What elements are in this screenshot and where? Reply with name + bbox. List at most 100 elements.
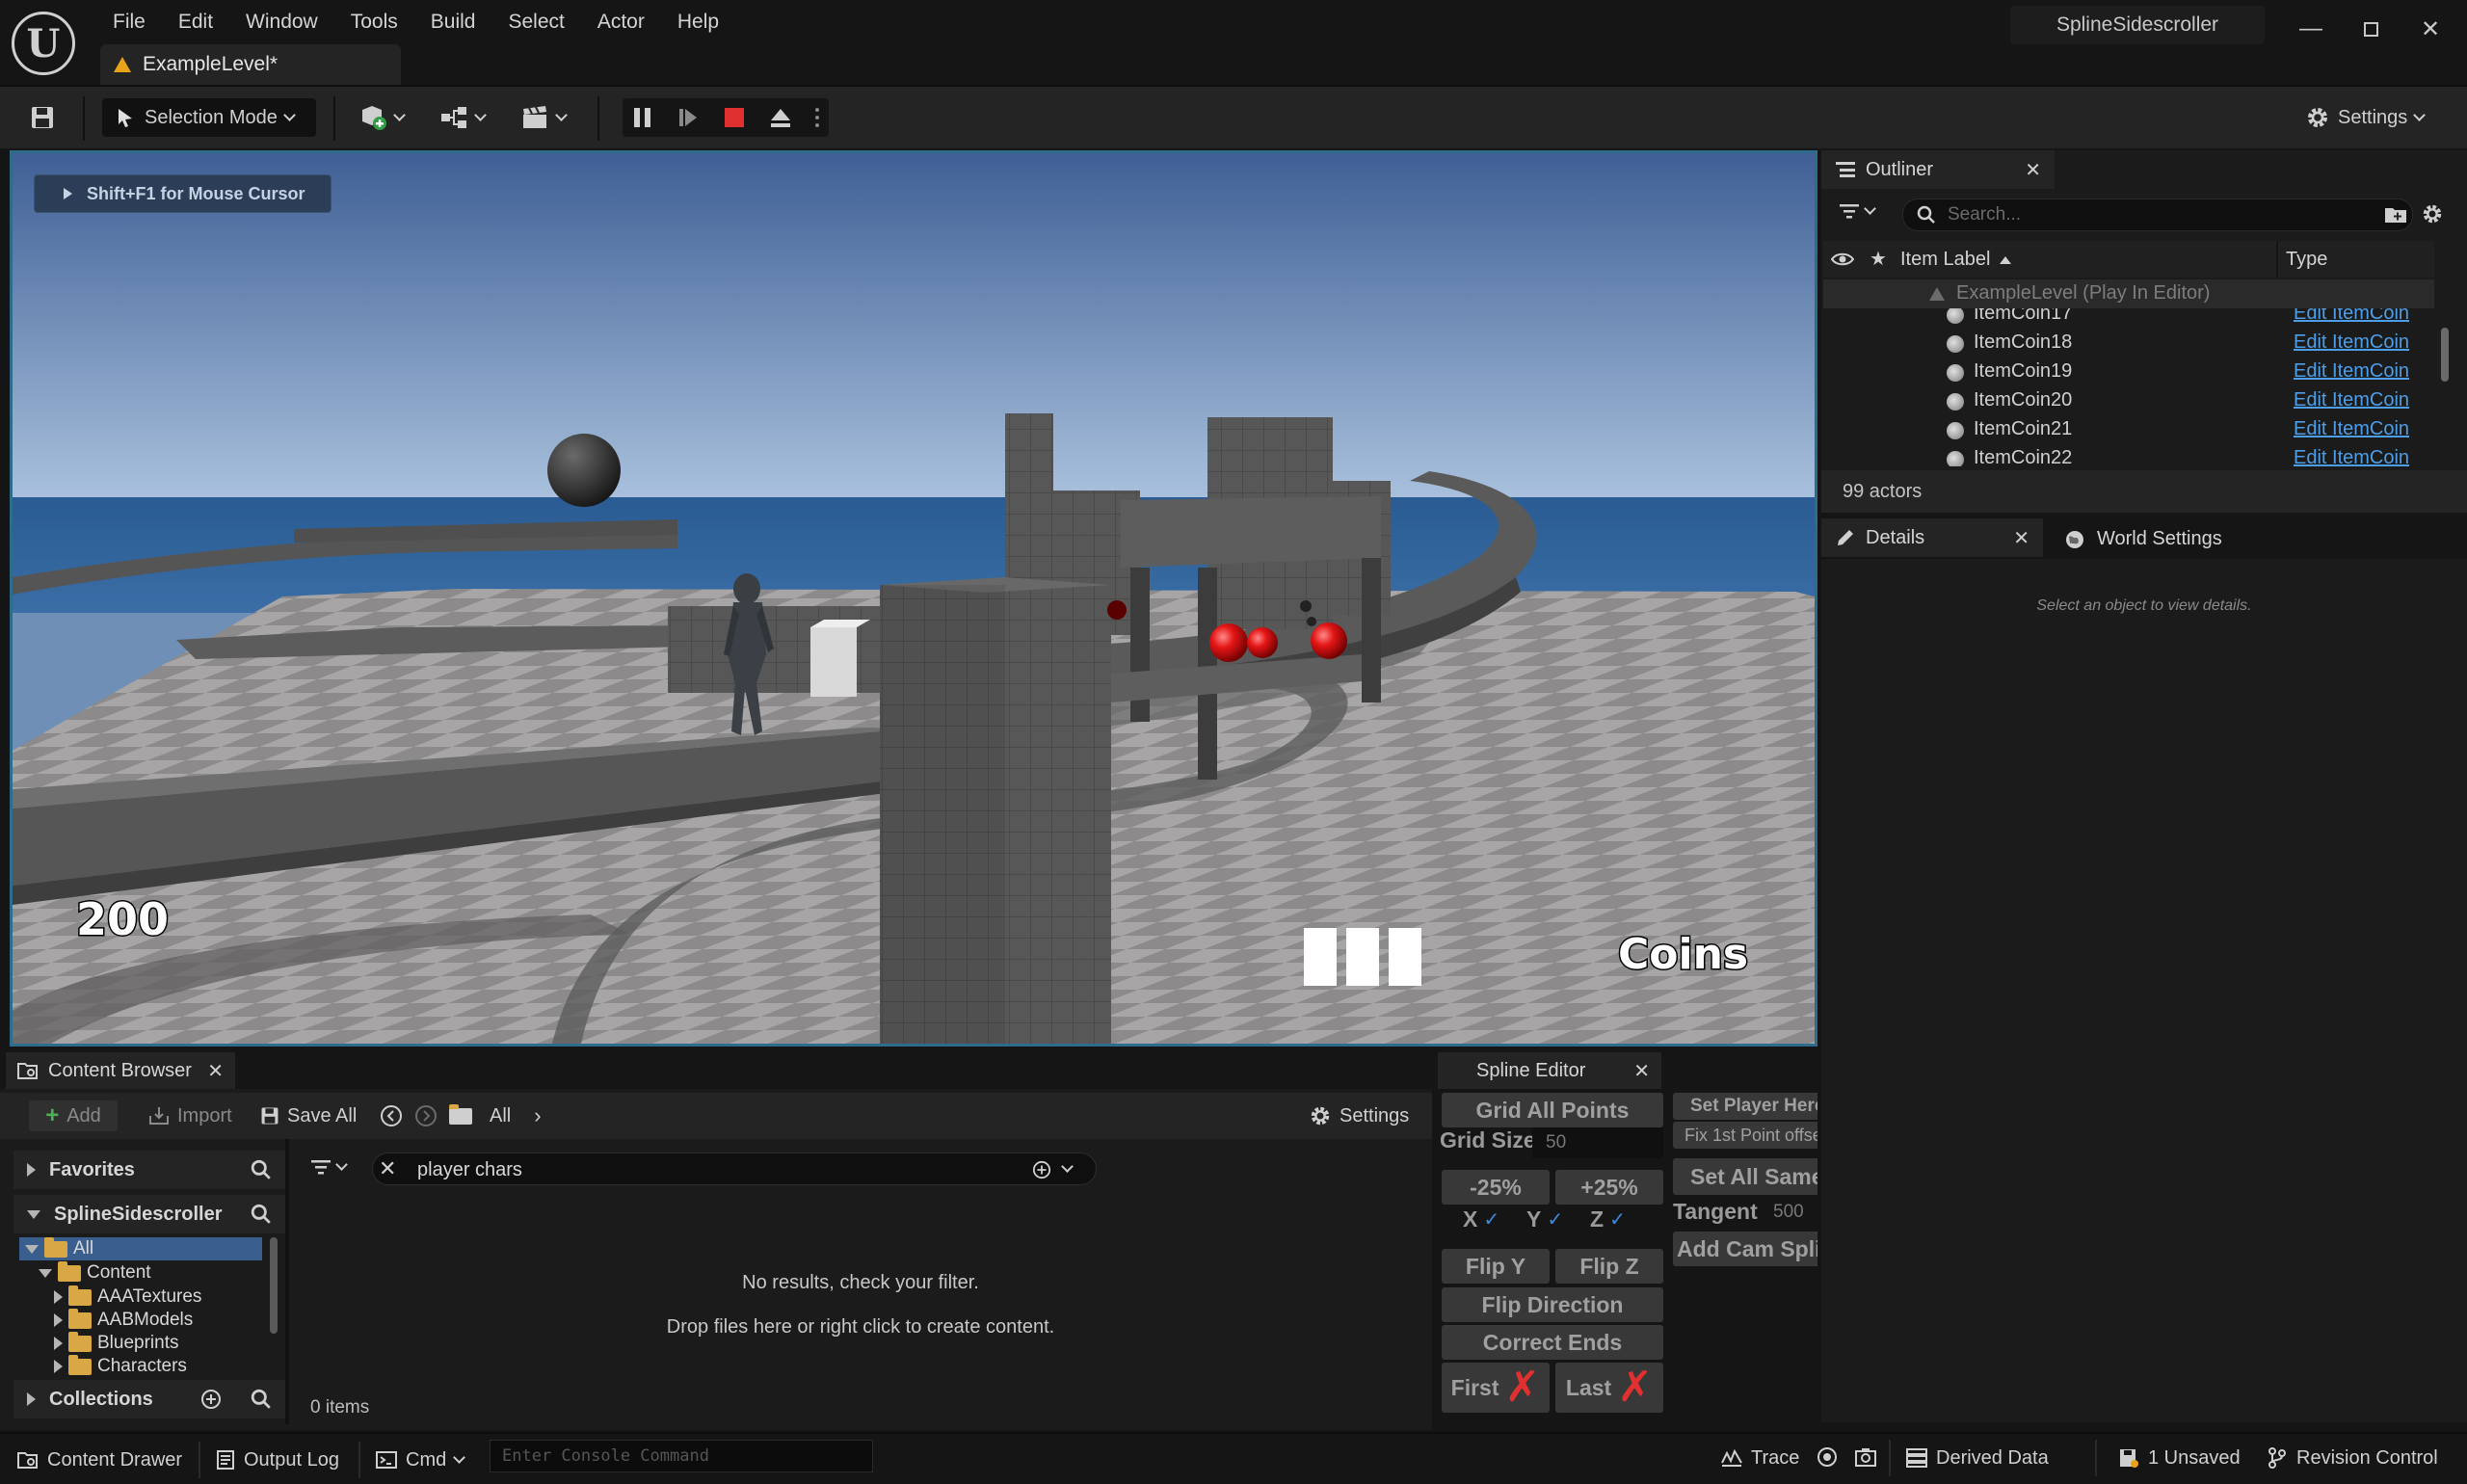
- scrollbar-thumb[interactable]: [2441, 328, 2449, 382]
- add-actor-button[interactable]: [358, 98, 416, 137]
- pin-star-icon[interactable]: ★: [1870, 247, 1887, 271]
- save-all-button[interactable]: Save All: [260, 1100, 357, 1131]
- favorites-section[interactable]: Favorites: [13, 1151, 285, 1189]
- stop-button[interactable]: [715, 98, 754, 137]
- edit-link[interactable]: Edit ItemCoin: [2294, 418, 2409, 440]
- outliner-scrollbar[interactable]: [2438, 279, 2452, 466]
- set-player-here-button[interactable]: Set Player Here: [1673, 1093, 1817, 1120]
- derived-data-button[interactable]: Derived Data: [1906, 1442, 2049, 1474]
- selection-mode-dropdown[interactable]: Selection Mode: [102, 98, 316, 137]
- set-all-same-button[interactable]: Set All Same: [1673, 1158, 1817, 1195]
- outliner-row[interactable]: ItemCoin20 Edit ItemCoin: [1823, 387, 2434, 416]
- menu-file[interactable]: File: [96, 6, 162, 39]
- screenshot-button[interactable]: [1854, 1445, 1877, 1469]
- outliner-settings-button[interactable]: [2421, 202, 2444, 225]
- fix-first-point-button[interactable]: Fix 1st Point offset: [1673, 1122, 1817, 1149]
- add-cam-spline-button[interactable]: Add Cam Spline: [1673, 1232, 1817, 1266]
- spline-editor-tab[interactable]: Spline Editor ✕: [1438, 1052, 1661, 1089]
- tree-scrollbar[interactable]: [270, 1237, 278, 1334]
- tree-item-blueprints[interactable]: Blueprints: [54, 1331, 179, 1355]
- flip-z-button[interactable]: Flip Z: [1555, 1249, 1663, 1284]
- save-button[interactable]: [23, 98, 62, 137]
- new-folder-button[interactable]: [2384, 204, 2407, 224]
- mouse-cursor-hint-button[interactable]: Shift+F1 for Mouse Cursor: [34, 174, 332, 213]
- menu-window[interactable]: Window: [229, 6, 334, 39]
- maximize-button[interactable]: [2342, 10, 2400, 48]
- content-search-input[interactable]: ✕ player chars: [372, 1153, 1097, 1185]
- outliner-search-input[interactable]: Search...: [1902, 199, 2413, 231]
- collections-section[interactable]: Collections: [13, 1380, 285, 1418]
- history-forward-button[interactable]: [414, 1100, 438, 1131]
- path-all-button[interactable]: All ›: [449, 1100, 542, 1131]
- menu-edit[interactable]: Edit: [162, 6, 229, 39]
- content-browser-tab[interactable]: Content Browser ✕: [6, 1052, 235, 1089]
- trace-button[interactable]: Trace: [1721, 1442, 1799, 1474]
- tree-item-content[interactable]: Content: [39, 1260, 151, 1285]
- tree-item-all[interactable]: All: [25, 1236, 93, 1260]
- outliner-row[interactable]: ItemCoin21 Edit ItemCoin: [1823, 416, 2434, 445]
- axis-x-toggle[interactable]: X ✓: [1463, 1206, 1499, 1232]
- world-settings-tab[interactable]: World Settings: [2064, 528, 2222, 550]
- chevron-down-icon[interactable]: [1061, 1160, 1074, 1173]
- flip-direction-button[interactable]: Flip Direction: [1442, 1287, 1663, 1322]
- level-viewport[interactable]: Shift+F1 for Mouse Cursor 200 Coins: [10, 150, 1817, 1047]
- close-window-button[interactable]: ✕: [2401, 10, 2459, 48]
- axis-y-toggle[interactable]: Y ✓: [1526, 1206, 1563, 1232]
- first-point-button[interactable]: First ✗: [1442, 1363, 1550, 1413]
- level-tab[interactable]: ExampleLevel*: [100, 44, 401, 85]
- tree-item-characters[interactable]: Characters: [54, 1354, 187, 1378]
- add-filter-icon[interactable]: [1032, 1160, 1051, 1179]
- scale-plus-25-button[interactable]: +25%: [1555, 1170, 1663, 1205]
- blueprint-button[interactable]: [439, 98, 497, 137]
- unsaved-button[interactable]: 1 Unsaved: [2118, 1442, 2241, 1474]
- content-filter-button[interactable]: [310, 1158, 348, 1176]
- search-icon[interactable]: [251, 1159, 272, 1180]
- details-tab[interactable]: Details ✕: [1821, 518, 2043, 557]
- scale-minus-25-button[interactable]: -25%: [1442, 1170, 1550, 1205]
- edit-link[interactable]: Edit ItemCoin: [2294, 389, 2409, 411]
- history-back-button[interactable]: [380, 1100, 403, 1131]
- outliner-row[interactable]: ItemCoin19 Edit ItemCoin: [1823, 358, 2434, 387]
- cinematics-button[interactable]: [520, 98, 578, 137]
- record-button[interactable]: [1816, 1445, 1839, 1469]
- minimize-button[interactable]: —: [2282, 10, 2340, 48]
- content-browser-settings-button[interactable]: Settings: [1309, 1100, 1409, 1131]
- play-options-button[interactable]: [808, 98, 827, 137]
- tree-item-aaatextures[interactable]: AAATextures: [54, 1285, 201, 1309]
- flip-y-button[interactable]: Flip Y: [1442, 1249, 1550, 1284]
- import-button[interactable]: Import: [148, 1100, 232, 1131]
- revision-control-button[interactable]: Revision Control: [2267, 1442, 2438, 1474]
- edit-link[interactable]: Edit ItemCoin: [2294, 331, 2409, 354]
- outliner-row[interactable]: ItemCoin22 Edit ItemCoin: [1823, 445, 2434, 466]
- menu-build[interactable]: Build: [414, 6, 492, 39]
- pause-button[interactable]: [623, 98, 661, 137]
- edit-link[interactable]: Edit ItemCoin: [2294, 308, 2409, 325]
- output-log-button[interactable]: Output Log: [216, 1444, 339, 1476]
- search-icon[interactable]: [251, 1204, 272, 1225]
- add-button[interactable]: + Add: [29, 1100, 118, 1131]
- close-icon[interactable]: ✕: [207, 1059, 224, 1083]
- menu-actor[interactable]: Actor: [581, 6, 661, 39]
- axis-z-toggle[interactable]: Z ✓: [1590, 1206, 1626, 1232]
- outliner-row[interactable]: ItemCoin18 Edit ItemCoin: [1823, 330, 2434, 358]
- tangent-input[interactable]: 500: [1760, 1197, 1817, 1228]
- outliner-filter-button[interactable]: [1839, 202, 1876, 220]
- edit-link[interactable]: Edit ItemCoin: [2294, 360, 2409, 383]
- grid-all-points-button[interactable]: Grid All Points: [1442, 1093, 1663, 1127]
- close-icon[interactable]: ✕: [2025, 158, 2041, 182]
- cmd-dropdown[interactable]: Cmd: [376, 1444, 466, 1476]
- menu-select[interactable]: Select: [491, 6, 580, 39]
- visibility-eye-icon[interactable]: [1831, 252, 1854, 267]
- frame-skip-button[interactable]: [669, 98, 707, 137]
- eject-button[interactable]: [761, 98, 800, 137]
- tree-item-aabmodels[interactable]: AABModels: [54, 1308, 193, 1332]
- outliner-tab[interactable]: Outliner ✕: [1821, 150, 2055, 189]
- column-item-label[interactable]: Item Label: [1900, 249, 2012, 271]
- grid-size-input[interactable]: 50: [1532, 1127, 1663, 1158]
- search-icon[interactable]: [251, 1389, 272, 1410]
- last-point-button[interactable]: Last ✗: [1555, 1363, 1663, 1413]
- project-section[interactable]: SplineSidescroller: [13, 1195, 285, 1233]
- edit-link[interactable]: Edit ItemCoin: [2294, 447, 2409, 466]
- add-circle-icon[interactable]: [200, 1389, 222, 1410]
- clear-search-icon[interactable]: ✕: [379, 1156, 396, 1181]
